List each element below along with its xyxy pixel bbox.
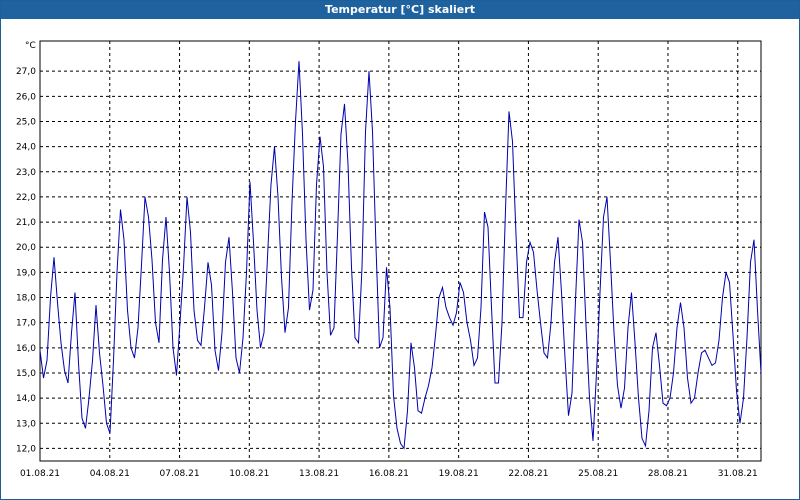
- y-tick-label: 21,0: [16, 218, 36, 228]
- x-tick-label: 31.08.21: [718, 469, 758, 479]
- y-tick-label: 24,0: [16, 143, 36, 153]
- y-tick-label: 26,0: [16, 92, 36, 102]
- y-axis-unit-label: °C: [25, 41, 36, 51]
- x-tick-label: 16.08.21: [369, 469, 409, 479]
- y-tick-label: 23,0: [16, 168, 36, 178]
- x-tick-label: 19.08.21: [439, 469, 479, 479]
- y-tick-label: 12,0: [16, 444, 36, 454]
- x-tick-label: 13.08.21: [299, 469, 339, 479]
- x-axis-tick-labels: 01.08.21 04.08.21 07.08.21 10.08.21 13.08.21…: [20, 469, 758, 479]
- y-tick-label: 13,0: [16, 419, 36, 429]
- y-tick-label: 25,0: [16, 117, 36, 127]
- x-tick-label: 25.08.21: [578, 469, 618, 479]
- x-tick-label: 04.08.21: [90, 469, 130, 479]
- x-tick-label: 28.08.21: [648, 469, 688, 479]
- x-tick-label: 10.08.21: [229, 469, 269, 479]
- y-tick-label: 17,0: [16, 319, 36, 329]
- y-tick-label: 15,0: [16, 369, 36, 379]
- y-axis-tick-labels: 12,0 13,0 14,0 15,0 16,0 17,0 18,0 19,0 20,0 21,0…: [16, 67, 36, 454]
- y-tick-label: 27,0: [16, 67, 36, 77]
- temperature-chart: 12,0 13,0 14,0 15,0 16,0 17,0 18,0 19,0 20,0 21,0…: [16, 40, 762, 479]
- y-tick-label: 18,0: [16, 294, 36, 304]
- x-tick-label: 01.08.21: [20, 469, 60, 479]
- y-tick-label: 20,0: [16, 243, 36, 253]
- y-tick-label: 14,0: [16, 394, 36, 404]
- x-tick-label: 22.08.21: [508, 469, 548, 479]
- y-tick-label: 22,0: [16, 193, 36, 203]
- y-tick-label: 16,0: [16, 344, 36, 354]
- y-tick-label: 19,0: [16, 268, 36, 278]
- x-tick-label: 07.08.21: [160, 469, 200, 479]
